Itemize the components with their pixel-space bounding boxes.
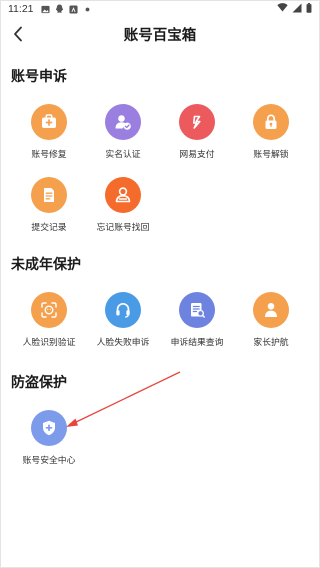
parent-guard-tile[interactable]: 家长护航 [233, 292, 309, 348]
submit-records-tile[interactable]: 提交记录 [11, 177, 87, 233]
section-title-minor: 未成年保护 [11, 256, 81, 272]
face-verify-label: 人脸识别验证 [22, 337, 76, 347]
forgot-account-label: 忘记账号找回 [96, 222, 150, 232]
shield-icon [31, 410, 67, 446]
security-center-tile[interactable]: 账号安全中心 [11, 410, 87, 466]
netease-pay-icon [179, 104, 215, 140]
search-document-icon [179, 292, 215, 328]
face-verify-icon [31, 292, 67, 328]
wifi-icon [277, 3, 288, 15]
realname-auth-label: 实名认证 [105, 149, 141, 159]
back-button[interactable] [8, 23, 28, 45]
qq-icon [55, 4, 64, 14]
submit-records-icon [31, 177, 67, 213]
signal-icon [292, 3, 302, 16]
account-unlock-label: 账号解锁 [253, 149, 289, 159]
account-unlock-tile[interactable]: 账号解锁 [233, 104, 309, 160]
headset-icon [105, 292, 141, 328]
face-fail-appeal-label: 人脸失败申诉 [96, 337, 150, 347]
section-title-appeal: 账号申诉 [11, 68, 67, 84]
appeal-result-query-label: 申诉结果查询 [170, 337, 224, 347]
page-header: 账号百宝箱 [0, 20, 320, 48]
page-title: 账号百宝箱 [123, 27, 197, 44]
notification-dot-icon [83, 5, 92, 14]
netease-pay-tile[interactable]: 网易支付 [159, 104, 235, 160]
face-verify-tile[interactable]: 人脸识别验证 [11, 292, 87, 348]
account-unlock-icon [253, 104, 289, 140]
account-repair-icon [31, 104, 67, 140]
gallery-icon [40, 5, 50, 14]
status-bar: 11:21 [0, 0, 320, 18]
status-right [277, 2, 312, 16]
submit-records-label: 提交记录 [31, 222, 67, 232]
battery-icon [306, 2, 312, 16]
chevron-left-icon [14, 26, 22, 42]
realname-auth-tile[interactable]: 实名认证 [85, 104, 161, 160]
face-fail-appeal-tile[interactable]: 人脸失败申诉 [85, 292, 161, 348]
section-title-antitheft: 防盗保护 [11, 374, 67, 390]
status-time: 11:21 [8, 3, 34, 15]
netease-pay-label: 网易支付 [179, 149, 215, 159]
realname-auth-icon [105, 104, 141, 140]
parent-guard-icon [253, 292, 289, 328]
appeal-result-query-tile[interactable]: 申诉结果查询 [159, 292, 235, 348]
account-repair-tile[interactable]: 账号修复 [11, 104, 87, 160]
forgot-account-tile[interactable]: 忘记账号找回 [85, 177, 161, 233]
security-center-label: 账号安全中心 [22, 455, 76, 465]
forgot-account-icon [105, 177, 141, 213]
status-left: 11:21 [8, 3, 92, 15]
account-repair-label: 账号修复 [31, 149, 67, 159]
game-icon [68, 4, 78, 14]
parent-guard-label: 家长护航 [253, 337, 289, 347]
